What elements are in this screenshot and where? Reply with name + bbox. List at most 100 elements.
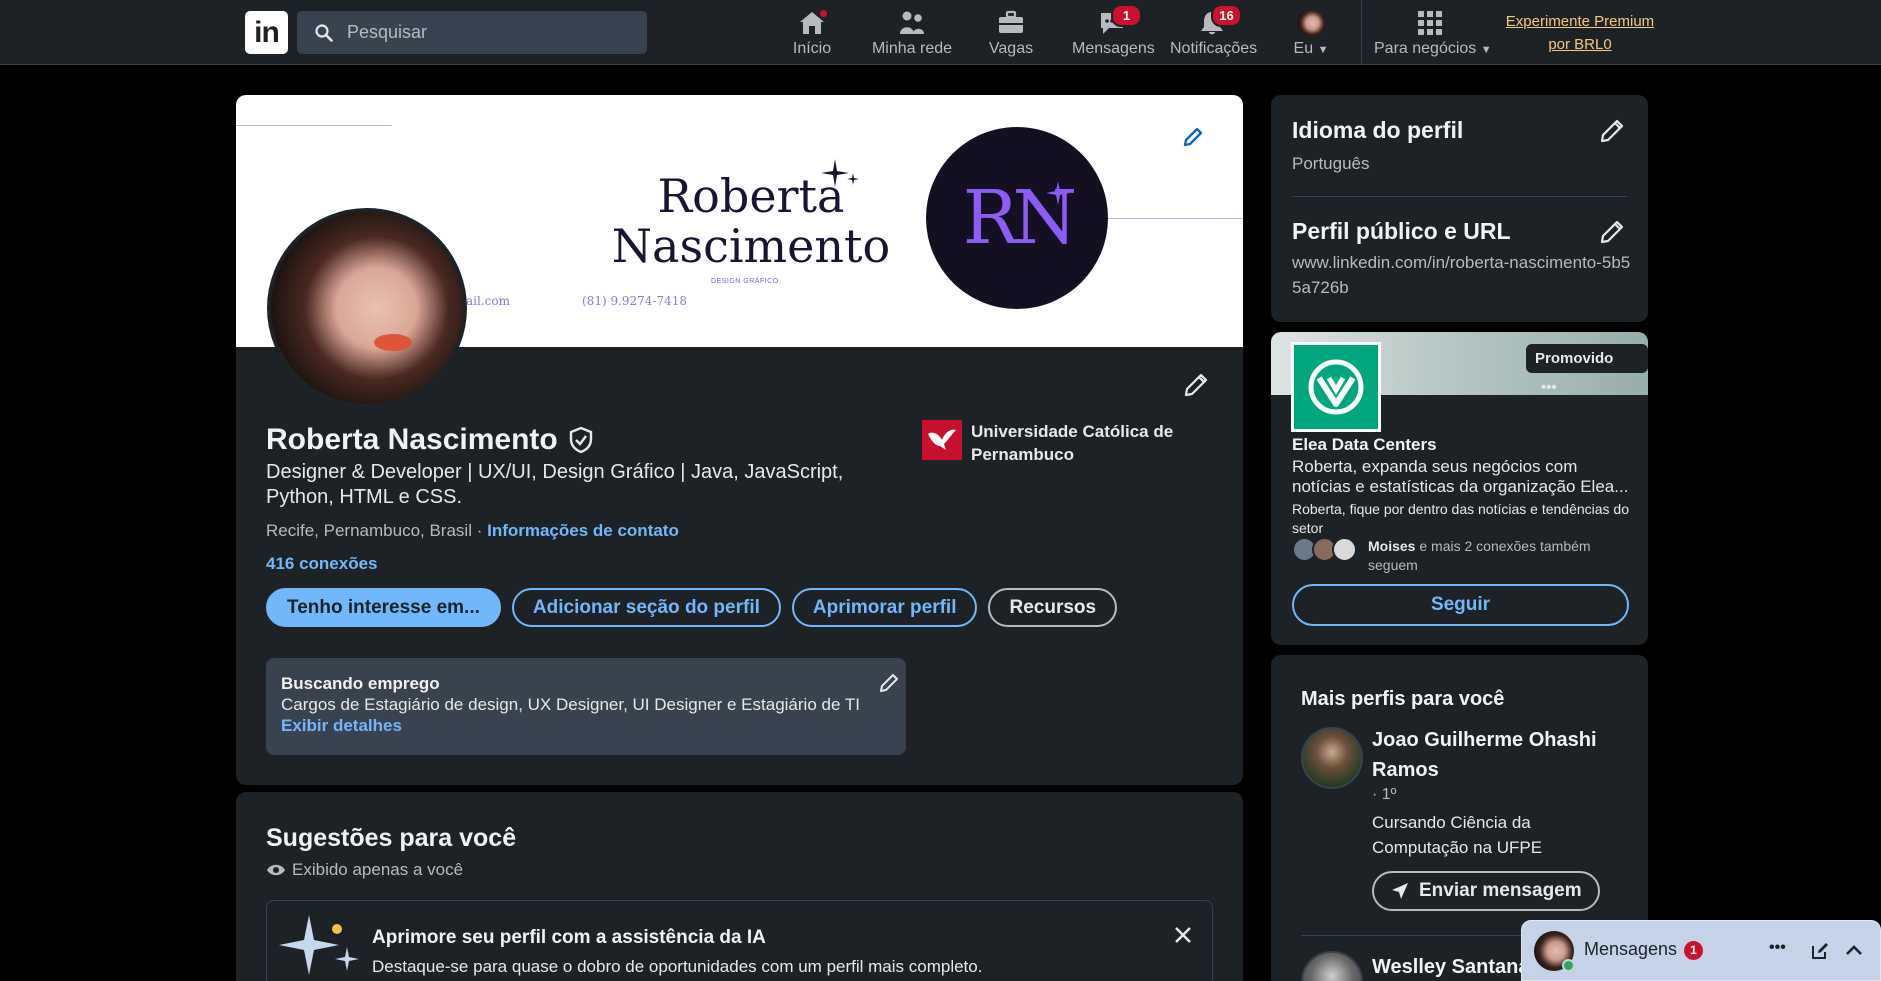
nav-notifications-label: Notificações	[1170, 40, 1258, 57]
contact-info-link[interactable]: Informações de contato	[487, 521, 679, 540]
person-headline: Cursando Ciência da Computação na UFPE	[1372, 813, 1543, 857]
search-icon	[315, 24, 333, 42]
banner-email: ail.com	[466, 294, 510, 308]
search-bar[interactable]	[297, 11, 647, 54]
more-options-icon[interactable]: •••	[1769, 939, 1786, 957]
compose-icon[interactable]	[1810, 941, 1830, 961]
add-profile-section-button[interactable]: Adicionar seção do perfil	[511, 588, 781, 627]
profile-name-text: Roberta Nascimento	[266, 423, 558, 456]
send-message-label: Enviar mensagem	[1419, 880, 1582, 901]
ai-sparkle-icon	[279, 915, 363, 981]
profile-headline: Designer & Developer | UX/UI, Design Grá…	[266, 461, 844, 508]
location-separator: ·	[471, 521, 488, 540]
nav-jobs[interactable]: Vagas	[983, 8, 1039, 60]
connection-degree: · 1º	[1372, 786, 1397, 803]
ai-suggestion-title: Aprimore seu perfil com a assistência da…	[372, 927, 766, 948]
elea-logo[interactable]	[1291, 342, 1381, 432]
university-logo	[922, 420, 962, 460]
enhance-profile-button[interactable]: Aprimorar perfil	[791, 588, 978, 627]
visibility-text: Exibido apenas a você	[292, 860, 464, 879]
banner-subtitle: DESIGN GRÁFICO	[711, 278, 779, 285]
nav-network[interactable]: Minha rede	[868, 8, 956, 60]
sparkle-icon	[821, 159, 861, 195]
briefcase-icon	[997, 10, 1025, 36]
edit-url-icon[interactable]	[1598, 218, 1626, 246]
notifications-badge: 16	[1211, 4, 1242, 27]
send-message-button[interactable]: Enviar mensagem	[1372, 871, 1600, 911]
promo-followers-text: Moises e mais 2 conexões também seguem	[1368, 537, 1608, 575]
suggestions-title: Sugestões para você	[266, 824, 517, 852]
nav-home-label: Início	[792, 40, 832, 57]
edit-language-icon[interactable]	[1598, 117, 1626, 145]
public-profile-title: Perfil público e URL	[1292, 218, 1511, 244]
profile-settings-card: Idioma do perfil Português Perfil públic…	[1271, 95, 1648, 322]
send-icon	[1390, 881, 1410, 901]
chevron-up-icon[interactable]	[1844, 941, 1864, 961]
online-status-dot	[1562, 959, 1575, 972]
promo-followers: Moises e mais 2 conexões também seguem	[1292, 537, 1608, 575]
more-options-icon[interactable]: •••	[1541, 379, 1557, 396]
divider	[1292, 196, 1627, 197]
search-input[interactable]	[347, 11, 637, 54]
education-entry[interactable]: Universidade Católica de Pernambuco	[922, 420, 1191, 466]
person-name[interactable]: Joao Guilherme Ohashi Ramos	[1372, 725, 1612, 785]
grid-icon	[1417, 10, 1443, 36]
linkedin-logo[interactable]: in	[245, 11, 288, 54]
banner-name-line-2: Nascimento	[611, 219, 891, 273]
edit-open-to-work-icon[interactable]	[878, 672, 900, 694]
profile-photo[interactable]	[267, 208, 467, 408]
banner-decor-line	[1108, 218, 1243, 219]
messaging-count-badge: 1	[1684, 941, 1703, 960]
nav-messaging[interactable]: 1 Mensagens	[1072, 4, 1155, 60]
nav-business-label: Para negócios ▼	[1374, 40, 1492, 57]
show-details-link[interactable]: Exibir detalhes	[281, 716, 891, 736]
avatar	[1297, 9, 1325, 37]
follow-button[interactable]: Seguir	[1292, 584, 1629, 626]
chevron-down-icon: ▼	[1317, 44, 1329, 56]
nav-messaging-label: Mensagens	[1072, 40, 1155, 57]
promo-subdescription: Roberta, fique por dentro das notícias e…	[1292, 501, 1629, 536]
nav-business[interactable]: Para negócios ▼	[1374, 8, 1492, 60]
avatar[interactable]	[1301, 951, 1363, 981]
messaging-badge: 1	[1111, 4, 1142, 27]
open-to-button[interactable]: Tenho interesse em...	[266, 588, 501, 627]
resources-button[interactable]: Recursos	[988, 588, 1118, 627]
promo-description: Roberta, expanda seus negócios com notíc…	[1292, 457, 1629, 496]
suggestions-card: Sugestões para você Exibido apenas a voc…	[236, 792, 1243, 981]
avatar	[1332, 537, 1357, 562]
public-profile-url: www.linkedin.com/in/roberta-nascimento-5…	[1292, 253, 1631, 297]
banner-decor-line	[236, 125, 392, 126]
promoted-card: Promovido ••• Elea Data Centers Roberta,…	[1271, 332, 1648, 645]
promoted-tag[interactable]: Promovido •••	[1526, 344, 1648, 396]
home-notification-dot	[818, 8, 829, 19]
education-name: Universidade Católica de Pernambuco	[971, 422, 1174, 464]
edit-banner-icon[interactable]	[1181, 125, 1205, 149]
open-to-work-title: Buscando emprego	[281, 674, 440, 693]
verified-shield-icon[interactable]	[568, 426, 594, 454]
nav-me-label: Eu ▼	[1293, 40, 1329, 57]
banner-name-line-1: Roberta	[657, 169, 845, 223]
nav-jobs-label: Vagas	[988, 40, 1034, 57]
ai-suggestion-description: Destaque-se para quase o dobro de oportu…	[372, 957, 983, 976]
connections-link[interactable]: 416 conexões	[266, 554, 378, 574]
follower-name: Moises	[1368, 538, 1416, 554]
close-icon[interactable]	[1173, 925, 1193, 945]
profile-language-title: Idioma do perfil	[1292, 117, 1464, 143]
sparkle-icon	[1046, 181, 1070, 205]
banner-name: Roberta Nascimento	[591, 171, 911, 271]
messaging-overlay[interactable]: Mensagens 1 •••	[1521, 920, 1881, 981]
more-profiles-title: Mais perfis para você	[1301, 688, 1505, 710]
edit-intro-icon[interactable]	[1181, 370, 1211, 400]
avatar[interactable]	[1301, 727, 1363, 789]
profile-name: Roberta Nascimento	[266, 423, 594, 457]
chevron-down-icon: ▼	[1480, 44, 1492, 56]
messaging-label: Mensagens	[1584, 939, 1678, 959]
nav-notifications[interactable]: 16 Notificações	[1170, 4, 1258, 60]
promo-company-name[interactable]: Elea Data Centers	[1292, 435, 1437, 455]
premium-link[interactable]: Experimente Premium por BRL0	[1500, 10, 1660, 56]
nav-home[interactable]: Início	[782, 8, 842, 60]
open-to-work-box: Buscando emprego Cargos de Estagiário de…	[266, 658, 906, 755]
profile-language-value: Português	[1292, 154, 1370, 173]
nav-me[interactable]: Eu ▼	[1285, 8, 1337, 60]
premium-line-2: por BRL0	[1548, 36, 1612, 53]
